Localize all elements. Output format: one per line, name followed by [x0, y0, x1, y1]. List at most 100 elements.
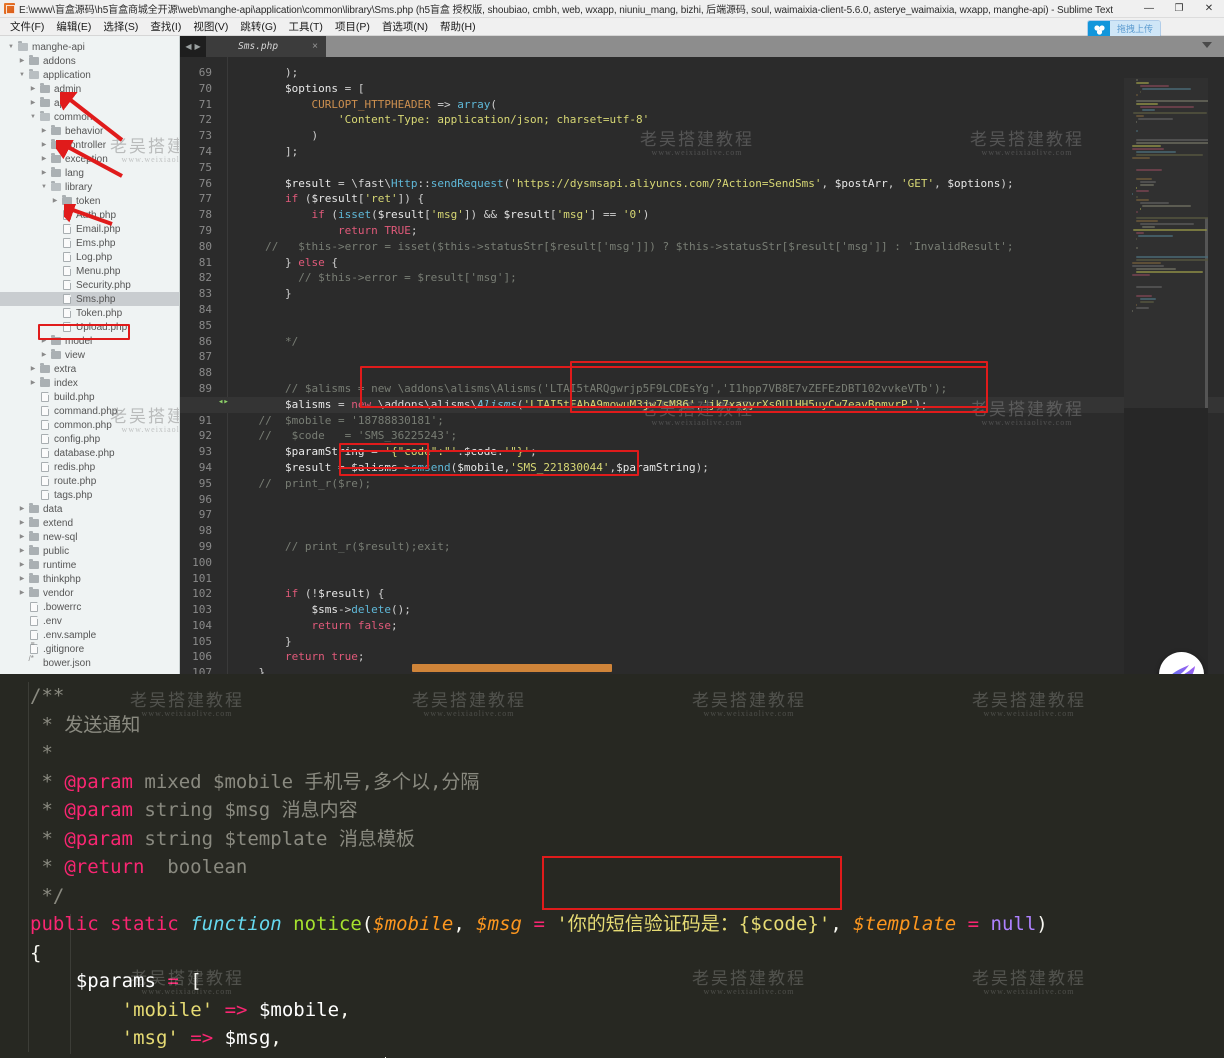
code-line[interactable]: [232, 318, 1224, 334]
code-content-bottom[interactable]: /** * 发送通知 * * @param mixed $mobile 手机号,…: [30, 682, 1224, 1058]
code-line[interactable]: // print_r($result);exit;: [232, 539, 1224, 555]
tree-item-database-php[interactable]: database.php: [0, 446, 179, 460]
chevron-right-icon[interactable]: ▶: [28, 82, 38, 96]
tree-item-index[interactable]: ▶index: [0, 376, 179, 390]
code-line[interactable]: // print_r($re);: [232, 476, 1224, 492]
code-line[interactable]: // $this->error = $result['msg'];: [232, 270, 1224, 286]
code-line[interactable]: public static function notice($mobile, $…: [30, 910, 1224, 939]
sidebar-file-tree[interactable]: ▼manghe-api▶addons▼application▶admin▶api…: [0, 36, 180, 674]
tree-item-api[interactable]: ▶api: [0, 96, 179, 110]
code-line[interactable]: {: [30, 939, 1224, 968]
code-content[interactable]: ); $options = [ CURLOPT_HTTPHEADER => ar…: [232, 65, 1224, 674]
chevron-right-icon[interactable]: ▶: [39, 348, 49, 362]
chevron-right-icon[interactable]: ▶: [17, 530, 27, 544]
code-line[interactable]: 'msg' => $msg,: [30, 1024, 1224, 1053]
code-line[interactable]: $sms->delete();: [232, 602, 1224, 618]
tree-item-redis-php[interactable]: redis.php: [0, 460, 179, 474]
code-line[interactable]: ];: [232, 144, 1224, 160]
code-line[interactable]: 'Content-Type: application/json; charset…: [232, 112, 1224, 128]
tree-item-application[interactable]: ▼application: [0, 68, 179, 82]
tree-item-gitignore[interactable]: .gitignore: [0, 642, 179, 656]
tree-item-tags-php[interactable]: tags.php: [0, 488, 179, 502]
tree-item-data[interactable]: ▶data: [0, 502, 179, 516]
tree-item-auth-php[interactable]: Auth.php: [0, 208, 179, 222]
tab-navigation[interactable]: ◀ ▶: [180, 36, 206, 57]
code-line[interactable]: $alisms = new \addons\alisms\Alisms('LTA…: [180, 397, 1224, 413]
menu-item-help[interactable]: 帮助(H): [434, 18, 482, 35]
code-line[interactable]: 'template' => $template: [30, 1053, 1224, 1058]
tab-overflow-caret-icon[interactable]: [1202, 42, 1212, 48]
chevron-right-icon[interactable]: ▶: [17, 54, 27, 68]
tree-item-sms-php[interactable]: Sms.php: [0, 292, 179, 306]
code-line[interactable]: // $alisms = new \addons\alisms\Alisms('…: [232, 381, 1224, 397]
code-line[interactable]: return true;: [232, 649, 1224, 665]
code-line[interactable]: [232, 571, 1224, 587]
code-line[interactable]: );: [232, 65, 1224, 81]
code-line[interactable]: $params = [: [30, 967, 1224, 996]
tree-item-env-sample[interactable]: .env.sample: [0, 628, 179, 642]
tree-item-controller[interactable]: ▶controller: [0, 138, 179, 152]
chevron-right-icon[interactable]: ▶: [17, 502, 27, 516]
tree-item-manghe-api[interactable]: ▼manghe-api: [0, 40, 179, 54]
code-line[interactable]: // $this->error = isset($this->statusStr…: [232, 239, 1224, 255]
code-line[interactable]: }: [232, 665, 1224, 674]
code-line[interactable]: * 发送通知: [30, 711, 1224, 740]
menu-item-goto[interactable]: 跳转(G): [234, 18, 282, 35]
tree-item-token-php[interactable]: Token.php: [0, 306, 179, 320]
tree-item-env[interactable]: .env: [0, 614, 179, 628]
horizontal-scrollbar[interactable]: [412, 664, 612, 672]
chevron-right-icon[interactable]: ▶: [17, 586, 27, 600]
code-line[interactable]: /**: [30, 682, 1224, 711]
tree-item-build-php[interactable]: build.php: [0, 390, 179, 404]
menu-item-file[interactable]: 文件(F): [4, 18, 50, 35]
minimize-button[interactable]: —: [1134, 0, 1164, 18]
chevron-down-icon[interactable]: ▼: [28, 110, 38, 124]
code-line[interactable]: return TRUE;: [232, 223, 1224, 239]
tree-item-ems-php[interactable]: Ems.php: [0, 236, 179, 250]
code-line[interactable]: [232, 160, 1224, 176]
code-line[interactable]: [232, 523, 1224, 539]
tree-item-security-php[interactable]: Security.php: [0, 278, 179, 292]
tree-item-extend[interactable]: ▶extend: [0, 516, 179, 530]
menu-item-tools[interactable]: 工具(T): [283, 18, 329, 35]
code-line[interactable]: 'mobile' => $mobile,: [30, 996, 1224, 1025]
chevron-right-icon[interactable]: ▶: [39, 124, 49, 138]
bottom-editor-pane[interactable]: /** * 发送通知 * * @param mixed $mobile 手机号,…: [0, 674, 1224, 1058]
close-button[interactable]: ✕: [1194, 0, 1224, 18]
tree-item-public[interactable]: ▶public: [0, 544, 179, 558]
code-line[interactable]: $result = \fast\Http::sendRequest('https…: [232, 176, 1224, 192]
code-line[interactable]: return false;: [232, 618, 1224, 634]
tree-item-extra[interactable]: ▶extra: [0, 362, 179, 376]
chevron-right-icon[interactable]: ▶: [28, 376, 38, 390]
code-line[interactable]: }: [232, 634, 1224, 650]
code-editor-top[interactable]: 6970717273747576777879808182838485868788…: [180, 57, 1224, 674]
menu-item-project[interactable]: 项目(P): [329, 18, 376, 35]
tree-item-bower-json[interactable]: bower.json: [0, 656, 179, 670]
code-line[interactable]: [232, 507, 1224, 523]
tree-item-vendor[interactable]: ▶vendor: [0, 586, 179, 600]
chevron-right-icon[interactable]: ▶: [17, 544, 27, 558]
chevron-right-icon[interactable]: ▶: [50, 194, 60, 208]
code-line[interactable]: if (!$result) {: [232, 586, 1224, 602]
menu-item-edit[interactable]: 编辑(E): [50, 18, 97, 35]
code-line[interactable]: } else {: [232, 255, 1224, 271]
chevron-right-icon[interactable]: ▶: [39, 138, 49, 152]
tree-item-new-sql[interactable]: ▶new-sql: [0, 530, 179, 544]
tree-item-exception[interactable]: ▶exception: [0, 152, 179, 166]
code-line[interactable]: // $code = 'SMS_36225243';: [232, 428, 1224, 444]
code-line[interactable]: if (isset($result['msg']) && $result['ms…: [232, 207, 1224, 223]
tree-item-common[interactable]: ▼common: [0, 110, 179, 124]
chevron-right-icon[interactable]: ▶: [28, 96, 38, 110]
minimap-scrollbar[interactable]: [1205, 218, 1208, 408]
tree-item-route-php[interactable]: route.php: [0, 474, 179, 488]
maximize-button[interactable]: ❐: [1164, 0, 1194, 18]
tree-item-token[interactable]: ▶token: [0, 194, 179, 208]
tree-item-view[interactable]: ▶view: [0, 348, 179, 362]
code-line[interactable]: $paramString = '{"code":"'.$code.'"}';: [232, 444, 1224, 460]
tab-close-icon[interactable]: ×: [310, 41, 320, 52]
code-line[interactable]: $options = [: [232, 81, 1224, 97]
chevron-right-icon[interactable]: ▶: [17, 516, 27, 530]
code-line[interactable]: * @param string $msg 消息内容: [30, 796, 1224, 825]
code-line[interactable]: if ($result['ret']) {: [232, 191, 1224, 207]
code-line[interactable]: // $mobile = '18788830181';: [232, 413, 1224, 429]
